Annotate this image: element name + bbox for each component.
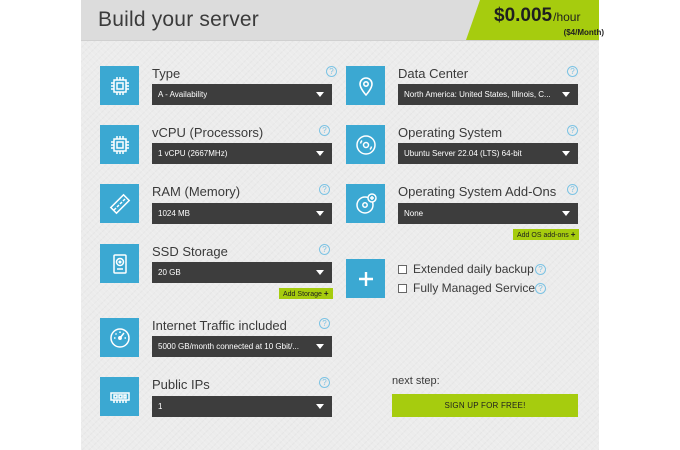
chevron-down-icon: [316, 270, 324, 275]
plus-icon: +: [323, 289, 329, 298]
fully-managed-label: Fully Managed Service: [413, 281, 536, 295]
datacenter-select[interactable]: North America: United States, Illinois, …: [398, 84, 578, 105]
ram-select-value: 1024 MB: [158, 209, 191, 218]
os-select[interactable]: Ubuntu Server 22.04 (LTS) 64-bit: [398, 143, 578, 164]
os-addons-select-value: None: [404, 209, 424, 218]
ips-label: Public IPs: [152, 377, 210, 392]
cd-icon: [346, 125, 385, 164]
price-unit: /hour: [553, 10, 581, 24]
chevron-down-icon: [562, 151, 570, 156]
os-addons-select[interactable]: None: [398, 203, 578, 224]
page-title: Build your server: [98, 8, 259, 31]
ram-label: RAM (Memory): [152, 184, 241, 199]
extended-backup-option[interactable]: Extended daily backup: [398, 262, 534, 276]
ram-help-icon[interactable]: ?: [319, 184, 330, 195]
vcpu-help-icon[interactable]: ?: [319, 125, 330, 136]
type-select-value: A - Availability: [158, 90, 208, 99]
datacenter-label: Data Center: [398, 66, 469, 81]
plus-icon: [346, 259, 385, 298]
add-os-addons-label: Add OS add-ons: [517, 232, 569, 239]
datacenter-select-value: North America: United States, Illinois, …: [404, 90, 551, 99]
type-label: Type: [152, 66, 181, 81]
network-card-icon: [100, 377, 139, 416]
ssd-select-value: 20 GB: [158, 268, 181, 277]
extended-backup-help-icon[interactable]: ?: [535, 264, 546, 275]
chevron-down-icon: [562, 211, 570, 216]
ips-select-value: 1: [158, 402, 163, 411]
add-os-addons-button[interactable]: Add OS add-ons +: [513, 229, 580, 240]
chevron-down-icon: [316, 211, 324, 216]
traffic-label: Internet Traffic included: [152, 318, 287, 333]
traffic-select[interactable]: 5000 GB/month connected at 10 Gbit/...: [152, 336, 332, 357]
fully-managed-help-icon[interactable]: ?: [535, 283, 546, 294]
chevron-down-icon: [316, 151, 324, 156]
os-select-value: Ubuntu Server 22.04 (LTS) 64-bit: [404, 149, 522, 158]
vcpu-label: vCPU (Processors): [152, 125, 264, 140]
add-storage-label: Add Storage: [283, 291, 322, 298]
ssd-label: SSD Storage: [152, 244, 228, 259]
datacenter-help-icon[interactable]: ?: [567, 66, 578, 77]
ips-select[interactable]: 1: [152, 396, 332, 417]
next-step-label: next step:: [392, 375, 440, 387]
map-pin-icon: [346, 66, 385, 105]
price-monthly: ($4/Month): [563, 28, 604, 37]
price-value: $0.005: [494, 5, 553, 26]
signup-button[interactable]: SIGN UP FOR FREE!: [392, 394, 578, 417]
chevron-down-icon: [562, 92, 570, 97]
os-addons-label: Operating System Add-Ons: [398, 184, 557, 199]
fully-managed-option[interactable]: Fully Managed Service: [398, 281, 535, 295]
chevron-down-icon: [316, 404, 324, 409]
type-select[interactable]: A - Availability: [152, 84, 332, 105]
traffic-select-value: 5000 GB/month connected at 10 Gbit/...: [158, 342, 299, 351]
extended-backup-label: Extended daily backup: [413, 262, 534, 276]
processor-icon: [100, 125, 139, 164]
memory-icon: [100, 184, 139, 223]
os-label: Operating System: [398, 125, 503, 140]
fully-managed-checkbox[interactable]: [398, 283, 407, 293]
extended-backup-checkbox[interactable]: [398, 264, 407, 274]
chevron-down-icon: [316, 92, 324, 97]
chevron-down-icon: [316, 344, 324, 349]
price-hourly: $0.005/hour ($4/Month): [494, 5, 604, 37]
os-addons-help-icon[interactable]: ?: [567, 184, 578, 195]
cd-plus-icon: [346, 184, 385, 223]
type-help-icon[interactable]: ?: [326, 66, 337, 77]
ips-help-icon[interactable]: ?: [319, 377, 330, 388]
os-help-icon[interactable]: ?: [567, 125, 578, 136]
add-storage-button[interactable]: Add Storage +: [279, 288, 333, 299]
vcpu-select-value: 1 vCPU (2667MHz): [158, 149, 228, 158]
ssd-help-icon[interactable]: ?: [319, 244, 330, 255]
ssd-select[interactable]: 20 GB: [152, 262, 332, 283]
vcpu-select[interactable]: 1 vCPU (2667MHz): [152, 143, 332, 164]
traffic-help-icon[interactable]: ?: [319, 318, 330, 329]
ram-select[interactable]: 1024 MB: [152, 203, 332, 224]
speedometer-icon: [100, 318, 139, 357]
disk-icon: [100, 244, 139, 283]
chip-icon: [100, 66, 139, 105]
plus-icon: +: [570, 230, 576, 239]
